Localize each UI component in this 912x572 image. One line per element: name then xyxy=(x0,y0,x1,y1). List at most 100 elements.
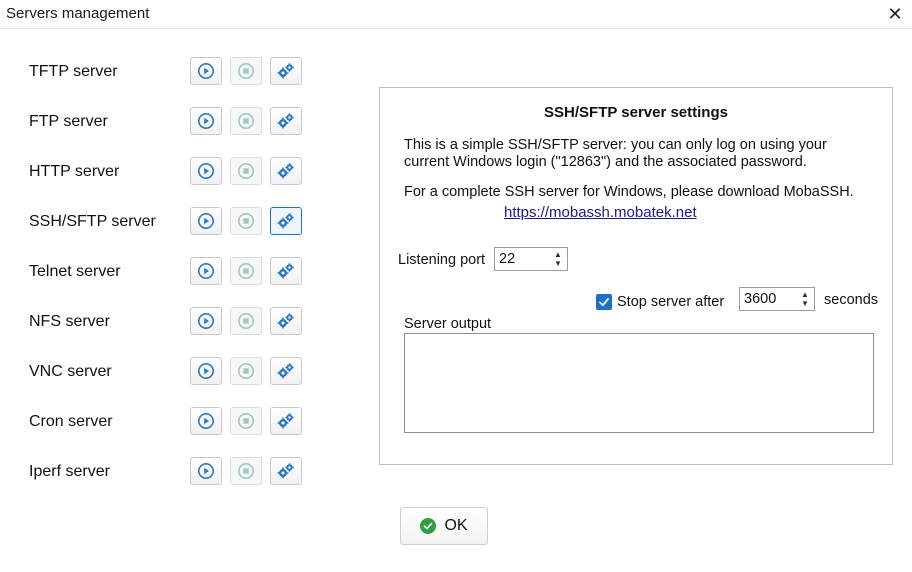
servers-dialog-content: TFTP server FTP server HTTP server SSH/SFTP… xyxy=(0,29,912,572)
server-label: Iperf server xyxy=(29,463,110,480)
start-server-button[interactable] xyxy=(190,407,222,435)
stop-circle-icon xyxy=(237,312,255,330)
title-bar: Servers management ✕ xyxy=(0,0,912,29)
start-server-button[interactable] xyxy=(190,357,222,385)
server-label: VNC server xyxy=(29,363,112,380)
gears-icon xyxy=(276,462,296,480)
stop-circle-icon xyxy=(237,362,255,380)
stop-server-button[interactable] xyxy=(230,57,262,85)
stop-circle-icon xyxy=(237,62,255,80)
listening-port-arrows[interactable]: ▲ ▼ xyxy=(549,248,567,270)
gears-icon xyxy=(276,162,296,180)
gears-icon xyxy=(276,312,296,330)
description-line-3: For a complete SSH server for Windows, p… xyxy=(404,184,854,200)
stop-circle-icon xyxy=(237,112,255,130)
server-row: HTTP server xyxy=(0,157,320,189)
spin-up-icon[interactable]: ▲ xyxy=(554,250,562,259)
stop-server-button[interactable] xyxy=(230,307,262,335)
server-row: VNC server xyxy=(0,357,320,389)
server-settings-button[interactable] xyxy=(270,207,302,235)
server-row: FTP server xyxy=(0,107,320,139)
server-settings-button[interactable] xyxy=(270,257,302,285)
server-row: NFS server xyxy=(0,307,320,339)
start-server-button[interactable] xyxy=(190,457,222,485)
stop-after-arrows[interactable]: ▲ ▼ xyxy=(796,288,814,310)
stop-server-button[interactable] xyxy=(230,157,262,185)
ok-label: OK xyxy=(444,517,468,534)
server-row: Cron server xyxy=(0,407,320,439)
stop-circle-icon xyxy=(237,162,255,180)
description-line-1: This is a simple SSH/SFTP server: you ca… xyxy=(404,137,827,153)
server-settings-button[interactable] xyxy=(270,157,302,185)
ssh-settings-panel: SSH/SFTP server settings This is a simpl… xyxy=(379,87,893,465)
server-row: Telnet server xyxy=(0,257,320,289)
seconds-label: seconds xyxy=(824,292,879,308)
start-server-button[interactable] xyxy=(190,307,222,335)
gears-icon xyxy=(276,62,296,80)
listening-port-spinner[interactable]: 22 ▲ ▼ xyxy=(494,247,568,271)
close-button[interactable]: ✕ xyxy=(878,0,912,28)
gears-icon xyxy=(276,362,296,380)
server-row: TFTP server xyxy=(0,57,320,89)
server-settings-button[interactable] xyxy=(270,457,302,485)
server-settings-button[interactable] xyxy=(270,407,302,435)
start-server-button[interactable] xyxy=(190,157,222,185)
stop-server-button[interactable] xyxy=(230,407,262,435)
server-label: Telnet server xyxy=(29,263,121,280)
stop-server-button[interactable] xyxy=(230,457,262,485)
server-row: Iperf server xyxy=(0,457,320,489)
server-label: HTTP server xyxy=(29,163,120,180)
play-circle-icon xyxy=(197,62,215,80)
server-row: SSH/SFTP server xyxy=(0,207,320,239)
listening-port-label: Listening port xyxy=(398,252,486,268)
window-title: Servers management xyxy=(6,5,150,22)
panel-title: SSH/SFTP server settings xyxy=(544,104,728,121)
play-circle-icon xyxy=(197,162,215,180)
stop-server-button[interactable] xyxy=(230,257,262,285)
start-server-button[interactable] xyxy=(190,57,222,85)
start-server-button[interactable] xyxy=(190,107,222,135)
server-label: FTP server xyxy=(29,113,108,130)
gears-icon xyxy=(276,112,296,130)
stop-server-button[interactable] xyxy=(230,107,262,135)
stop-circle-icon xyxy=(237,462,255,480)
server-label: NFS server xyxy=(29,313,110,330)
mobassh-link[interactable]: https://mobassh.mobatek.net xyxy=(504,204,697,221)
stop-circle-icon xyxy=(237,412,255,430)
stop-circle-icon xyxy=(237,262,255,280)
server-label: Cron server xyxy=(29,413,113,430)
stop-after-value: 3600 xyxy=(744,291,777,307)
server-label: TFTP server xyxy=(29,63,118,80)
spin-down-icon[interactable]: ▼ xyxy=(801,299,809,308)
play-circle-icon xyxy=(197,112,215,130)
server-settings-button[interactable] xyxy=(270,57,302,85)
spin-down-icon[interactable]: ▼ xyxy=(554,259,562,268)
ok-check-icon xyxy=(420,518,437,534)
play-circle-icon xyxy=(197,412,215,430)
gears-icon xyxy=(276,412,296,430)
checkmark-icon xyxy=(599,298,609,307)
spin-up-icon[interactable]: ▲ xyxy=(801,290,809,299)
stop-server-button[interactable] xyxy=(230,357,262,385)
play-circle-icon xyxy=(197,462,215,480)
gears-icon xyxy=(276,212,296,230)
stop-after-checkbox[interactable] xyxy=(596,294,612,310)
stop-server-button[interactable] xyxy=(230,207,262,235)
server-output-label: Server output xyxy=(404,316,492,332)
stop-circle-icon xyxy=(237,212,255,230)
stop-after-spinner[interactable]: 3600 ▲ ▼ xyxy=(739,287,815,311)
play-circle-icon xyxy=(197,212,215,230)
play-circle-icon xyxy=(197,362,215,380)
start-server-button[interactable] xyxy=(190,257,222,285)
start-server-button[interactable] xyxy=(190,207,222,235)
server-output-box[interactable] xyxy=(404,333,874,433)
gears-icon xyxy=(276,262,296,280)
play-circle-icon xyxy=(197,312,215,330)
server-settings-button[interactable] xyxy=(270,307,302,335)
server-settings-button[interactable] xyxy=(270,357,302,385)
stop-after-label: Stop server after xyxy=(617,294,725,310)
ok-button[interactable]: OK xyxy=(400,507,488,545)
listening-port-value: 22 xyxy=(499,251,516,267)
server-settings-button[interactable] xyxy=(270,107,302,135)
description-line-2: current Windows login ("12863") and the … xyxy=(404,154,807,170)
